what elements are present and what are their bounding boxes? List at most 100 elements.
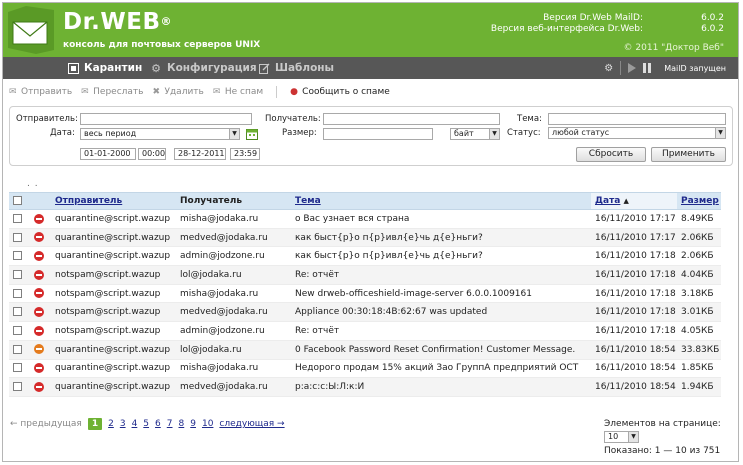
status-select[interactable]: любой статус ▼ [548, 127, 726, 139]
recipient-input[interactable] [323, 113, 500, 125]
calendar-icon[interactable] [246, 128, 258, 140]
size-input[interactable] [323, 128, 433, 140]
row-recipient: medved@jodaka.ru [176, 228, 291, 248]
nav-configuration[interactable]: ⚙ Конфигурация [150, 57, 257, 79]
table-row[interactable]: quarantine@script.wazup admin@jodzone.ru к… [9, 246, 721, 267]
row-size: 3.18КБ [677, 284, 721, 304]
blocked-icon [34, 250, 44, 261]
row-checkbox[interactable] [13, 288, 22, 298]
date-to-input[interactable]: 28-12-2011 [174, 148, 226, 160]
page-link[interactable]: 6 [155, 419, 161, 429]
not-spam-button[interactable]: ✉ Не спам [213, 87, 263, 97]
forward-label: Переслать [93, 87, 144, 97]
row-subject: Appliance 00:30:18:4B:62:67 was updated [291, 302, 591, 323]
row-checkbox[interactable] [13, 382, 22, 392]
delete-button[interactable]: ✖ Удалить [152, 87, 203, 97]
page-link[interactable]: 8 [179, 419, 185, 429]
recipient-label: Получатель: [265, 114, 321, 124]
date-header[interactable]: Дата ▲ [591, 192, 677, 210]
date-from-input[interactable]: 01-01-2000 [80, 148, 136, 160]
apply-button[interactable]: Применить [651, 147, 726, 162]
row-checkbox[interactable] [13, 213, 22, 223]
sender-sort-link[interactable]: Отправитель [55, 196, 122, 206]
nav-quarantine[interactable]: Карантин [67, 57, 142, 79]
row-size: 1.85КБ [677, 359, 721, 379]
page-link[interactable]: 1 [87, 418, 103, 430]
row-size: 33.83КБ [677, 340, 721, 360]
table-row[interactable]: quarantine@script.wazup misha@jodaka.ru Не… [9, 359, 721, 379]
subject-header[interactable]: Тема [291, 192, 591, 210]
table-row[interactable]: notspam@script.wazup admin@jodzone.ru Re: … [9, 321, 721, 341]
size-unit-select[interactable]: байт ▼ [450, 128, 500, 140]
play-icon[interactable] [628, 63, 637, 73]
page-link[interactable]: 7 [167, 419, 173, 429]
row-status-cell [30, 340, 51, 360]
subject-label: Тема: [517, 114, 542, 124]
maild-version-label: Версия Dr.Web MailD: [543, 13, 643, 23]
sender-header[interactable]: Отправитель [51, 192, 176, 210]
nav-templates-label: Шаблоны [275, 62, 335, 74]
chevron-down-icon: ▼ [489, 129, 499, 139]
nav-quarantine-label: Карантин [84, 62, 143, 74]
row-date: 16/11/2010 18:54 [591, 340, 677, 360]
select-all-checkbox[interactable] [13, 196, 22, 205]
table-row[interactable]: notspam@script.wazup medved@jodaka.ru Appl… [9, 302, 721, 323]
sort-ascending-icon: ▲ [623, 197, 629, 205]
row-recipient: medved@jodaka.ru [176, 302, 291, 323]
table-row[interactable]: quarantine@script.wazup medved@jodaka.ru к… [9, 228, 721, 248]
send-button[interactable]: ✉ Отправить [9, 87, 72, 97]
page-link[interactable]: 2 [108, 419, 114, 429]
time-from-input[interactable]: 00:00 [138, 148, 166, 160]
row-checkbox[interactable] [13, 251, 22, 261]
row-checkbox[interactable] [13, 325, 22, 335]
row-status-cell [30, 321, 51, 341]
page-link[interactable]: 10 [202, 419, 213, 429]
sender-input[interactable] [80, 113, 252, 125]
row-select-cell [9, 209, 30, 229]
reset-button[interactable]: Сбросить [576, 147, 646, 162]
row-status-cell [30, 302, 51, 323]
row-status-cell [30, 265, 51, 285]
report-spam-button[interactable]: ● Сообщить о спаме [290, 87, 390, 97]
page-link[interactable]: 9 [190, 419, 196, 429]
filter-panel: Отправитель: Получатель: Тема: Дата: вес… [9, 106, 733, 166]
row-checkbox[interactable] [13, 344, 22, 354]
row-sender: quarantine@script.wazup [51, 340, 176, 360]
row-sender: notspam@script.wazup [51, 265, 176, 285]
blocked-icon [34, 307, 44, 318]
size-sort-link[interactable]: Размер [681, 196, 719, 206]
page-link[interactable]: 4 [132, 419, 138, 429]
row-checkbox[interactable] [13, 307, 22, 317]
chevron-down-icon: ▼ [229, 129, 239, 139]
pause-icon[interactable] [643, 63, 652, 73]
row-recipient: misha@jodaka.ru [176, 284, 291, 304]
settings-gears-icon[interactable]: ⚙ [604, 63, 613, 74]
prev-page-link[interactable]: ← предыдущая [10, 419, 82, 429]
size-unit-value: байт [454, 129, 474, 138]
action-toolbar: ✉ Отправить ✉ Переслать ✖ Удалить ✉ Не с… [9, 86, 390, 98]
row-checkbox[interactable] [13, 363, 22, 373]
size-label: Размер: [282, 128, 317, 138]
page-link[interactable]: 5 [143, 419, 149, 429]
subject-sort-link[interactable]: Тема [295, 196, 321, 206]
date-range-select[interactable]: весь период ▼ [80, 128, 240, 140]
row-checkbox[interactable] [13, 232, 22, 242]
daemon-status: MailD запущен [664, 63, 726, 73]
subject-input[interactable] [548, 113, 726, 125]
blocked-icon [34, 232, 44, 243]
next-page-link[interactable]: следующая → [219, 419, 284, 429]
per-page-select[interactable]: 10 ▼ [604, 431, 639, 443]
table-row[interactable]: quarantine@script.wazup lol@jodaka.ru 0 Fa… [9, 340, 721, 360]
time-to-input[interactable]: 23:59 [230, 148, 260, 160]
date-sort-link[interactable]: Дата [595, 196, 620, 206]
nav-templates[interactable]: Шаблоны [258, 57, 334, 79]
table-row[interactable]: quarantine@script.wazup misha@jodaka.ru о … [9, 209, 721, 229]
table-row[interactable]: quarantine@script.wazup medved@jodaka.ru р… [9, 377, 721, 397]
table-row[interactable]: notspam@script.wazup lol@jodaka.ru Re: отч… [9, 265, 721, 285]
table-row[interactable]: notspam@script.wazup misha@jodaka.ru New d… [9, 284, 721, 304]
row-checkbox[interactable] [13, 269, 22, 279]
page-link[interactable]: 3 [120, 419, 126, 429]
main-nav: Карантин ⚙ Конфигурация Шаблоны ⚙ MailD … [3, 57, 738, 79]
size-header[interactable]: Размер [677, 192, 721, 210]
forward-button[interactable]: ✉ Переслать [81, 87, 143, 97]
